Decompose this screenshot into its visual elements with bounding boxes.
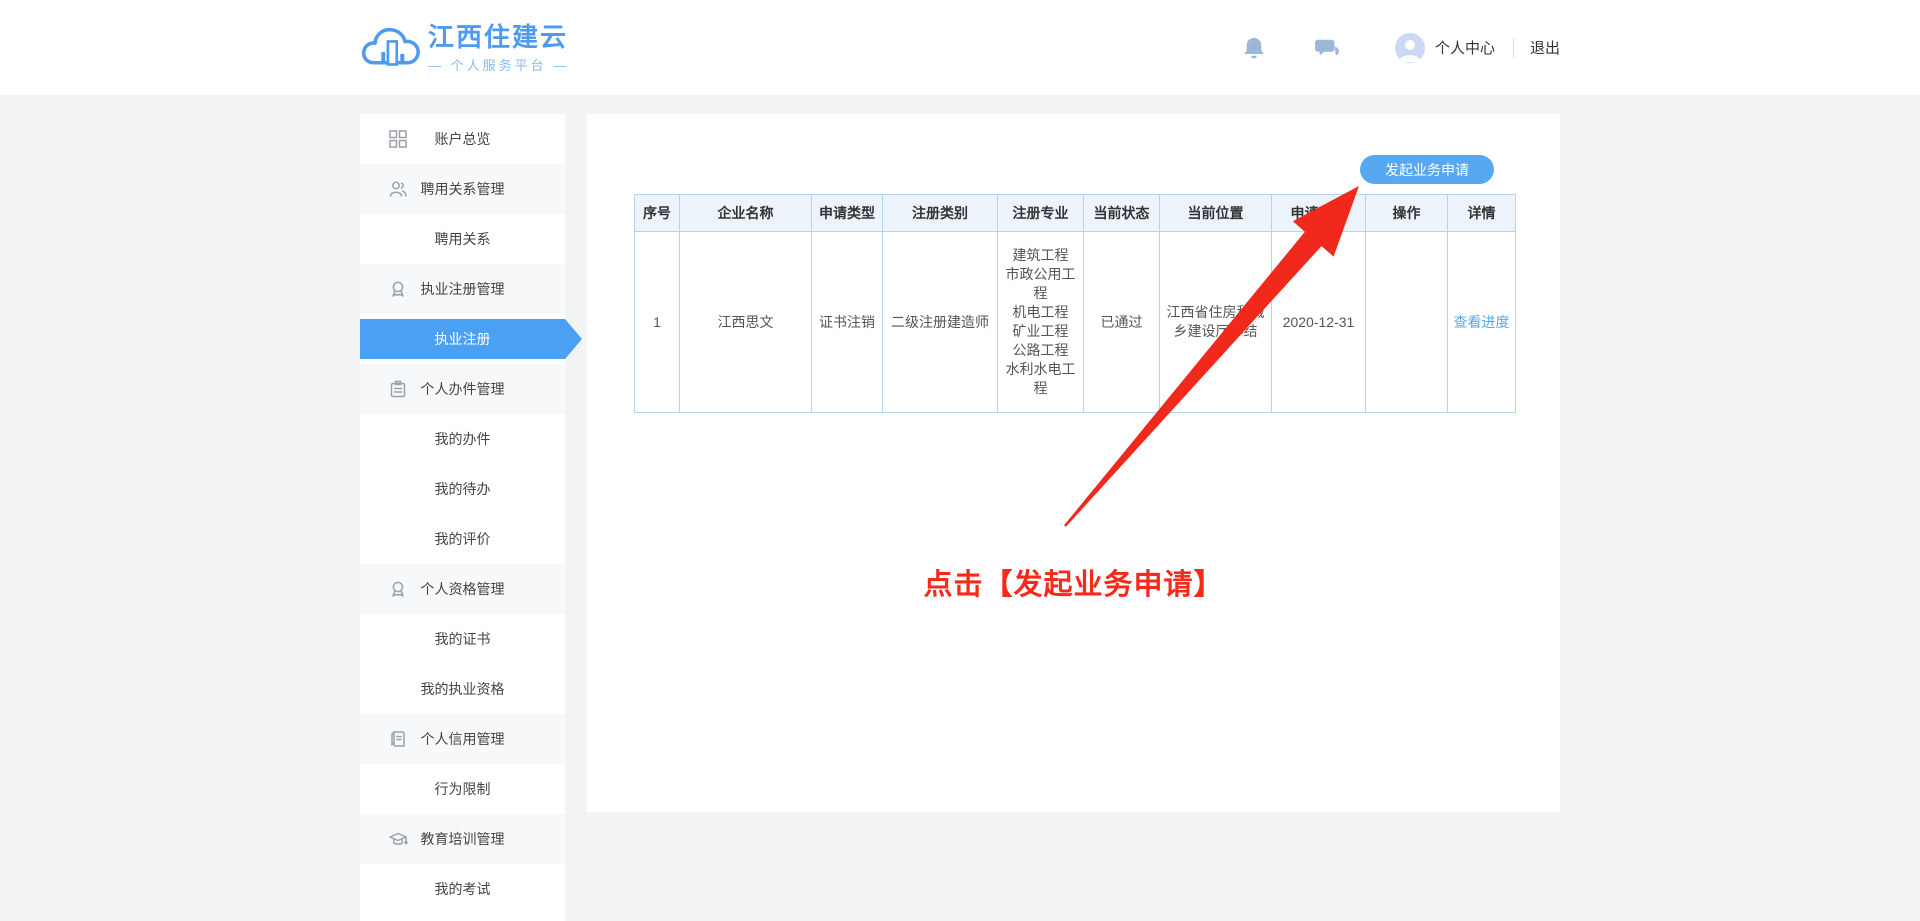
grid-icon xyxy=(388,129,408,149)
sidebar-item-label: 我的证书 xyxy=(435,631,491,647)
sidebar-item-employment-relation[interactable]: 聘用关系 xyxy=(360,214,565,264)
app-title: 江西住建云 xyxy=(428,22,569,52)
sidebar-item-personal-qualification-management[interactable]: 个人资格管理 xyxy=(360,564,565,614)
header-divider xyxy=(1513,39,1514,57)
sidebar-item-practice-registration-management[interactable]: 执业注册管理 xyxy=(360,264,565,314)
active-item-banner[interactable]: 执业注册 xyxy=(360,319,565,359)
col-header-company: 企业名称 xyxy=(680,195,812,232)
start-business-application-button[interactable]: 发起业务申请 xyxy=(1360,155,1494,184)
sidebar-item-my-certificates[interactable]: 我的证书 xyxy=(360,614,565,664)
sidebar-item-label: 我的办件 xyxy=(435,431,491,447)
sidebar-item-label: 执业注册管理 xyxy=(421,281,505,297)
sidebar-item-label: 行为限制 xyxy=(435,781,491,797)
badge-icon xyxy=(388,279,408,299)
col-header-detail: 详情 xyxy=(1448,195,1516,232)
registration-table-wrap: 序号 企业名称 申请类型 注册类别 注册专业 当前状态 当前位置 申请时间 操作… xyxy=(634,194,1516,413)
sidebar-item-label: 聘用关系 xyxy=(435,231,491,247)
credit-book-icon xyxy=(388,729,408,749)
graduation-cap-icon xyxy=(388,829,408,849)
cell-company: 江西思文 xyxy=(680,232,812,413)
cell-apply-type: 证书注销 xyxy=(812,232,883,413)
sidebar-item-label: 账户总览 xyxy=(435,131,491,147)
view-progress-link[interactable]: 查看进度 xyxy=(1454,314,1510,330)
registration-table: 序号 企业名称 申请类型 注册类别 注册专业 当前状态 当前位置 申请时间 操作… xyxy=(634,194,1516,413)
messages-icon[interactable] xyxy=(1315,36,1341,60)
sidebar-item-account-overview[interactable]: 账户总览 xyxy=(360,114,565,164)
app-logo: 江西住建云 — 个人服务平台 — xyxy=(360,15,569,80)
badge-icon xyxy=(388,579,408,599)
col-header-status: 当前状态 xyxy=(1084,195,1160,232)
top-header: 江西住建云 — 个人服务平台 — xyxy=(0,0,1920,95)
sidebar: 账户总览 聘用关系管理 聘用关系 执业注册管理 xyxy=(360,114,565,921)
sidebar-item-label: 个人资格管理 xyxy=(421,581,505,597)
sidebar-item-practice-registration[interactable]: 执业注册 xyxy=(360,314,565,364)
notification-bell-icon[interactable] xyxy=(1243,36,1265,60)
people-icon xyxy=(388,179,408,199)
sidebar-item-label: 我的考试 xyxy=(435,881,491,897)
personal-center-link[interactable]: 个人中心 xyxy=(1435,37,1495,58)
col-header-reg-category: 注册类别 xyxy=(883,195,998,232)
sidebar-item-personal-credit-management[interactable]: 个人信用管理 xyxy=(360,714,565,764)
cell-seq: 1 xyxy=(635,232,680,413)
cell-majors: 建筑工程 市政公用工程 机电工程 矿业工程 公路工程 水利水电工程 xyxy=(998,232,1084,413)
table-header-row: 序号 企业名称 申请类型 注册类别 注册专业 当前状态 当前位置 申请时间 操作… xyxy=(635,195,1516,232)
sidebar-item-education-training-management[interactable]: 教育培训管理 xyxy=(360,814,565,864)
sidebar-item-label: 执业注册 xyxy=(435,331,491,347)
sidebar-item-my-exams[interactable]: 我的考试 xyxy=(360,864,565,914)
user-avatar[interactable] xyxy=(1395,33,1425,63)
sidebar-item-label: 我的待办 xyxy=(435,481,491,497)
cell-location: 江西省住房和城乡建设厅办结 xyxy=(1160,232,1272,413)
table-row: 1 江西思文 证书注销 二级注册建造师 建筑工程 市政公用工程 机电工程 矿业工… xyxy=(635,232,1516,413)
sidebar-item-my-todo[interactable]: 我的待办 xyxy=(360,464,565,514)
cell-status: 已通过 xyxy=(1084,232,1160,413)
cell-operation xyxy=(1366,232,1448,413)
cloud-buildings-logo-icon xyxy=(360,15,422,80)
sidebar-item-my-evaluation[interactable]: 我的评价 xyxy=(360,514,565,564)
col-header-majors: 注册专业 xyxy=(998,195,1084,232)
sidebar-item-my-cases[interactable]: 我的办件 xyxy=(360,414,565,464)
sidebar-item-label: 个人信用管理 xyxy=(421,731,505,747)
sidebar-item-label: 聘用关系管理 xyxy=(421,181,505,197)
cell-apply-date: 2020-12-31 xyxy=(1272,232,1366,413)
sidebar-item-employment-management[interactable]: 聘用关系管理 xyxy=(360,164,565,214)
sidebar-item-label: 我的执业资格 xyxy=(421,681,505,697)
cell-reg-category: 二级注册建造师 xyxy=(883,232,998,413)
col-header-location: 当前位置 xyxy=(1160,195,1272,232)
col-header-apply-date: 申请时间 xyxy=(1272,195,1366,232)
annotation-text: 点击【发起业务申请】 xyxy=(587,561,1560,603)
logout-link[interactable]: 退出 xyxy=(1530,37,1560,58)
app-subtitle: — 个人服务平台 — xyxy=(428,55,569,74)
sidebar-item-label: 我的评价 xyxy=(435,531,491,547)
sidebar-item-my-practice-qualification[interactable]: 我的执业资格 xyxy=(360,664,565,714)
sidebar-item-behavior-restriction[interactable]: 行为限制 xyxy=(360,764,565,814)
sidebar-item-personal-cases-management[interactable]: 个人办件管理 xyxy=(360,364,565,414)
clipboard-icon xyxy=(388,379,408,399)
main-content-panel: 发起业务申请 序号 企业名称 申请类型 注册类别 注册专业 当前状 xyxy=(587,114,1560,812)
cell-detail: 查看进度 xyxy=(1448,232,1516,413)
col-header-apply-type: 申请类型 xyxy=(812,195,883,232)
col-header-operation: 操作 xyxy=(1366,195,1448,232)
col-header-seq: 序号 xyxy=(635,195,680,232)
sidebar-item-label: 个人办件管理 xyxy=(421,381,505,397)
sidebar-item-label: 教育培训管理 xyxy=(421,831,505,847)
